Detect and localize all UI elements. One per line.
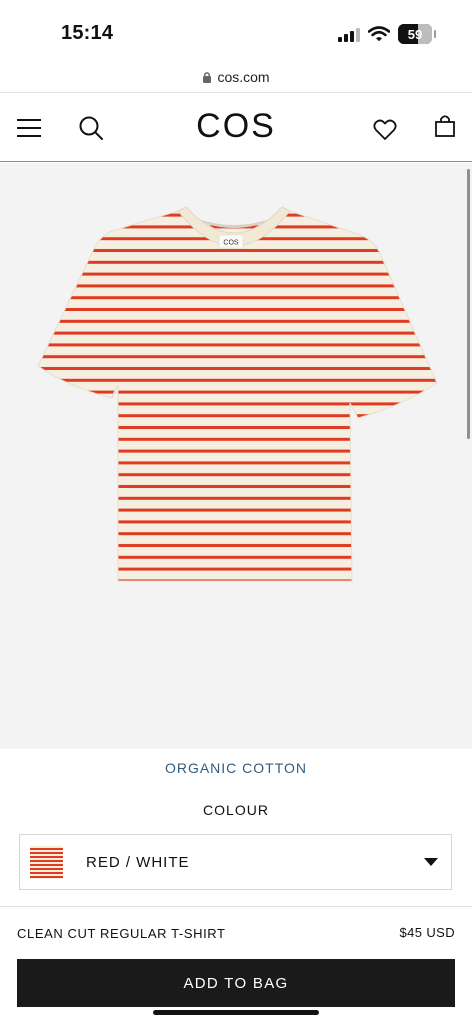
wifi-icon bbox=[368, 26, 390, 42]
sticky-purchase-bar: CLEAN CUT REGULAR T-SHIRT $45 USD ADD TO… bbox=[0, 906, 472, 1024]
lock-icon bbox=[203, 72, 212, 83]
shopping-bag-icon[interactable] bbox=[430, 111, 460, 141]
tshirt-image: COS bbox=[37, 206, 438, 582]
battery-level: 59 bbox=[407, 26, 423, 42]
status-bar: 15:14 59 bbox=[0, 0, 472, 62]
brand-logo[interactable]: COS bbox=[0, 107, 472, 146]
scrollbar-thumb[interactable] bbox=[467, 169, 470, 439]
heart-icon[interactable] bbox=[370, 115, 400, 145]
colour-label: COLOUR bbox=[203, 802, 269, 818]
cellular-signal-icon bbox=[338, 26, 360, 42]
url-text: cos.com bbox=[217, 69, 270, 85]
home-indicator bbox=[153, 1010, 319, 1015]
colour-select[interactable]: RED / WHITE bbox=[19, 834, 452, 890]
address-bar[interactable]: cos.com bbox=[0, 62, 472, 92]
product-image[interactable]: COS bbox=[0, 163, 472, 749]
status-time: 15:14 bbox=[61, 22, 114, 44]
battery-icon: 59 bbox=[398, 24, 436, 44]
colour-swatch bbox=[30, 845, 63, 879]
site-header: COS bbox=[0, 92, 472, 162]
colour-value: RED / WHITE bbox=[86, 853, 190, 871]
add-to-bag-button[interactable]: ADD TO BAG bbox=[17, 959, 455, 1007]
chevron-down-icon bbox=[424, 858, 438, 866]
product-price: $45 USD bbox=[399, 925, 455, 940]
material-link[interactable]: ORGANIC COTTON bbox=[0, 760, 472, 776]
status-icons: 59 bbox=[338, 24, 436, 44]
garment-label: COS bbox=[223, 240, 239, 247]
product-name: CLEAN CUT REGULAR T-SHIRT bbox=[17, 926, 226, 941]
